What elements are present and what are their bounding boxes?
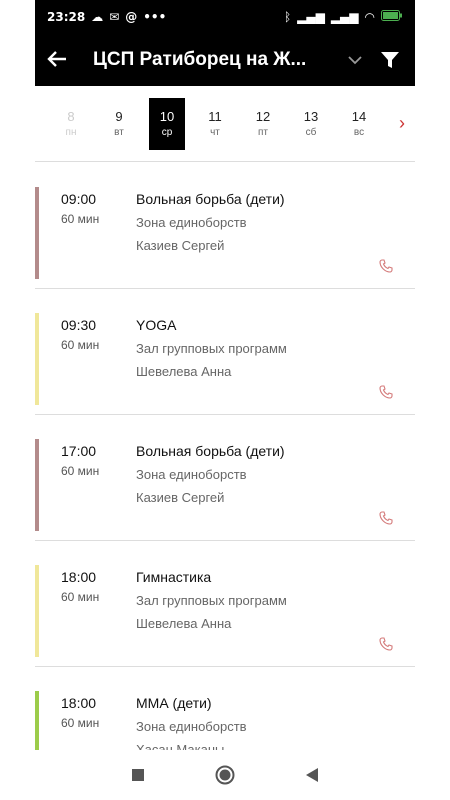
class-name: YOGA	[136, 317, 177, 333]
day-item[interactable]: 14 вс	[341, 98, 377, 150]
class-zone: Зона единоборств	[136, 215, 247, 230]
class-color-bar	[35, 439, 39, 531]
app-bar: ЦСП Ратиборец на Ж...	[35, 34, 415, 86]
class-trainer: Шевелева Анна	[136, 364, 232, 379]
class-time: 18:00	[61, 569, 97, 585]
phone-icon[interactable]	[379, 259, 393, 273]
class-trainer: Казиев Сергей	[136, 238, 225, 253]
status-bar: 23:28 ☁ ✉ @ ••• ᛒ ▂▄▆ ▂▄▆ ◠	[35, 0, 415, 34]
class-name: Вольная борьба (дети)	[136, 191, 285, 207]
class-item[interactable]: 18:00 60 мин Гимнастика Зал групповых пр…	[35, 541, 415, 667]
class-item[interactable]: 17:00 60 мин Вольная борьба (дети) Зона …	[35, 415, 415, 541]
mail-icon: ✉	[109, 10, 120, 24]
day-item: 8 пн	[65, 109, 77, 138]
app-screen: 23:28 ☁ ✉ @ ••• ᛒ ▂▄▆ ▂▄▆ ◠ ЦСП Ратиборе…	[35, 0, 415, 800]
class-item[interactable]: 18:00 60 мин ММА (дети) Зона единоборств…	[35, 667, 415, 750]
chevron-right-icon[interactable]: ›	[389, 113, 405, 134]
home-circle-icon[interactable]	[210, 760, 240, 790]
class-zone: Зона единоборств	[136, 467, 247, 482]
phone-icon[interactable]	[379, 385, 393, 399]
day-item[interactable]: 9 вт	[101, 98, 137, 150]
class-time: 09:00	[61, 191, 97, 207]
class-duration: 60 мин	[61, 464, 100, 478]
day-item[interactable]: 12 пт	[245, 98, 281, 150]
filter-icon[interactable]	[377, 50, 403, 70]
day-item[interactable]: 11 чт	[197, 98, 233, 150]
class-name: ММА (дети)	[136, 695, 212, 711]
class-duration: 60 мин	[61, 716, 100, 730]
day-item[interactable]: 13 сб	[293, 98, 329, 150]
day-item-selected[interactable]: 10 ср	[149, 97, 185, 150]
class-duration: 60 мин	[61, 212, 100, 226]
class-name: Вольная борьба (дети)	[136, 443, 285, 459]
class-color-bar	[35, 187, 39, 279]
class-trainer: Казиев Сергей	[136, 490, 225, 505]
class-zone: Зал групповых программ	[136, 341, 287, 356]
signal-icon: ▂▄▆	[297, 10, 325, 24]
chevron-down-icon[interactable]	[343, 52, 367, 68]
class-name: Гимнастика	[136, 569, 212, 585]
class-duration: 60 мин	[61, 338, 100, 352]
class-item[interactable]: 09:00 60 мин Вольная борьба (дети) Зона …	[35, 163, 415, 289]
bluetooth-icon: ᛒ	[283, 10, 292, 24]
battery-icon	[381, 10, 403, 24]
recent-apps-square-icon[interactable]	[123, 760, 153, 790]
phone-icon[interactable]	[379, 637, 393, 651]
at-icon: @	[125, 10, 138, 24]
wifi-icon: ◠	[364, 10, 375, 24]
class-color-bar	[35, 565, 39, 657]
class-time: 17:00	[61, 443, 97, 459]
clock: 23:28	[47, 10, 86, 24]
system-nav-bar	[35, 750, 415, 800]
class-color-bar	[35, 691, 39, 750]
phone-icon[interactable]	[379, 511, 393, 525]
class-item[interactable]: 09:30 60 мин YOGA Зал групповых программ…	[35, 289, 415, 415]
signal-icon: ▂▄▆	[330, 10, 359, 24]
more-dots-icon: •••	[143, 10, 167, 24]
class-duration: 60 мин	[61, 590, 100, 604]
class-color-bar	[35, 313, 39, 405]
class-list: 09:00 60 мин Вольная борьба (дети) Зона …	[35, 163, 415, 750]
class-trainer: Хасан Маканы	[136, 742, 225, 750]
date-selector: 8 пн 9 вт 10 ср 11 чт 12 пт 13 сб 14 вс …	[35, 86, 415, 162]
class-zone: Зона единоборств	[136, 719, 247, 734]
class-time: 18:00	[61, 695, 97, 711]
back-arrow-icon[interactable]	[47, 47, 75, 73]
class-zone: Зал групповых программ	[136, 593, 287, 608]
page-title[interactable]: ЦСП Ратиборец на Ж...	[93, 49, 333, 71]
cloud-icon: ☁	[91, 10, 104, 24]
class-time: 09:30	[61, 317, 97, 333]
class-trainer: Шевелева Анна	[136, 616, 232, 631]
back-triangle-icon[interactable]	[297, 760, 327, 790]
